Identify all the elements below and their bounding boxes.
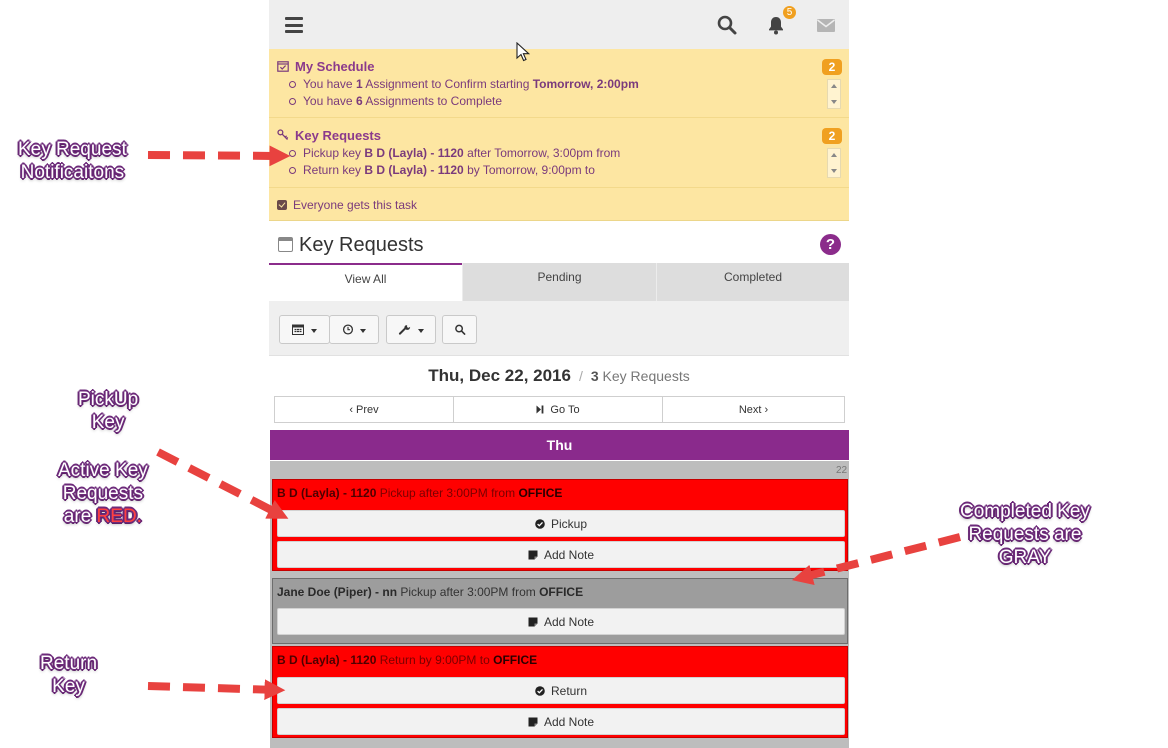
schedule-count-badge: 2 [822,59,842,75]
notification-divider [269,117,849,118]
sticky-note-icon [528,550,538,560]
calendar-icon [278,237,293,252]
calendar-icon [292,324,304,335]
calendar-check-icon [277,61,289,72]
step-forward-icon [536,405,544,414]
time-filter-button[interactable] [329,315,379,344]
bell-icon[interactable] [765,14,787,36]
add-note-button[interactable]: Add Note [277,708,845,735]
key-request-title[interactable]: B D (Layla) - 1120 Return by 9:00PM to O… [277,653,537,667]
key-request-card: B D (Layla) - 1120 Pickup after 3:00PM f… [272,479,848,571]
key-icon [277,129,289,140]
search-icon [455,324,466,335]
key-request-notification-title[interactable]: Key Requests [277,128,381,143]
add-note-button[interactable]: Add Note [277,608,845,635]
notification-divider [269,187,849,188]
prev-button[interactable]: ‹ Prev [274,396,454,423]
app-panel: 5 My Schedule 2 You have 1 Assignment to… [269,0,849,748]
schedule-line-confirm: You have 1 Assignment to Confirm startin… [289,77,639,91]
chevron-down-icon [418,329,424,333]
calendar-filter-button[interactable] [279,315,330,344]
top-bar: 5 [269,0,849,49]
wrench-icon [398,325,411,335]
clock-icon [342,324,354,335]
sticky-note-icon [528,617,538,627]
add-note-button[interactable]: Add Note [277,541,845,568]
pickup-button[interactable]: Pickup [277,510,845,537]
tab-view-all[interactable]: View All [269,263,462,301]
key-request-title[interactable]: B D (Layla) - 1120 Pickup after 3:00PM f… [277,486,562,500]
key-notification-return: Return key B D (Layla) - 1120 by Tomorro… [289,163,595,177]
screenshot-stage: 5 My Schedule 2 You have 1 Assignment to… [0,0,1168,748]
annotation-active: Active Key Requests are RED. [58,460,148,528]
date-header: Thu, Dec 22, 2016/3 Key Requests [428,366,690,385]
return-button[interactable]: Return [277,677,845,704]
filter-toolbar [269,301,849,356]
schedule-notification: My Schedule 2 You have 1 Assignment to C… [269,59,849,117]
bell-badge: 5 [783,6,796,19]
schedule-notification-title[interactable]: My Schedule [277,59,374,74]
key-request-count-badge: 2 [822,128,842,144]
annotation-arrow [156,448,289,519]
tab-completed[interactable]: Completed [656,263,849,301]
page-title: Key Requests [278,234,424,257]
schedule-scrollbar[interactable] [827,79,841,109]
hamburger-menu-icon[interactable] [285,17,303,33]
search-icon[interactable] [716,14,738,36]
everyone-task-item[interactable]: Everyone gets this task [277,198,417,212]
go-to-button[interactable]: Go To [453,396,663,423]
annotation-key-request: Key Request Notificaitons [18,139,127,184]
key-notification-pickup: Pickup key B D (Layla) - 1120 after Tomo… [288,146,621,160]
chevron-down-icon [360,329,366,333]
mouse-cursor-icon [516,42,530,62]
chevron-down-icon [311,329,317,333]
day-column-header: Thu [270,430,849,460]
key-request-card: Jane Doe (Piper) - nn Pickup after 3:00P… [272,578,848,644]
day-number: 22 [836,465,848,476]
tab-pending[interactable]: Pending [462,263,656,301]
key-request-notification: Key Requests 2 Pickup key B D (Layla) - … [269,128,849,186]
annotation-pickup: PickUp Key [78,389,139,434]
notification-panel: My Schedule 2 You have 1 Assignment to C… [269,49,849,221]
check-circle-icon [535,686,545,696]
key-request-scrollbar[interactable] [827,148,841,178]
envelope-icon[interactable] [815,14,837,36]
annotation-return: Return Key [40,653,98,698]
schedule-line-complete: You have 6 Assignments to Complete [288,94,503,108]
next-button[interactable]: Next › [662,396,845,423]
search-button[interactable] [442,315,477,344]
request-count: 3 Key Requests [590,368,690,384]
key-request-card: B D (Layla) - 1120 Return by 9:00PM to O… [272,646,848,738]
key-request-title[interactable]: Jane Doe (Piper) - nn Pickup after 3:00P… [277,585,583,599]
tab-bar: View All Pending Completed [269,263,849,301]
checkbox-icon [277,200,287,210]
annotation-arrow [147,145,291,167]
current-date: Thu, Dec 22, 2016 [428,366,571,385]
annotation-completed: Completed Key Requests are GRAY [960,501,1090,569]
sticky-note-icon [528,717,538,727]
check-circle-icon [535,519,545,529]
help-button[interactable]: ? [820,234,841,255]
annotation-arrow [147,679,286,701]
tools-menu-button[interactable] [386,315,436,344]
